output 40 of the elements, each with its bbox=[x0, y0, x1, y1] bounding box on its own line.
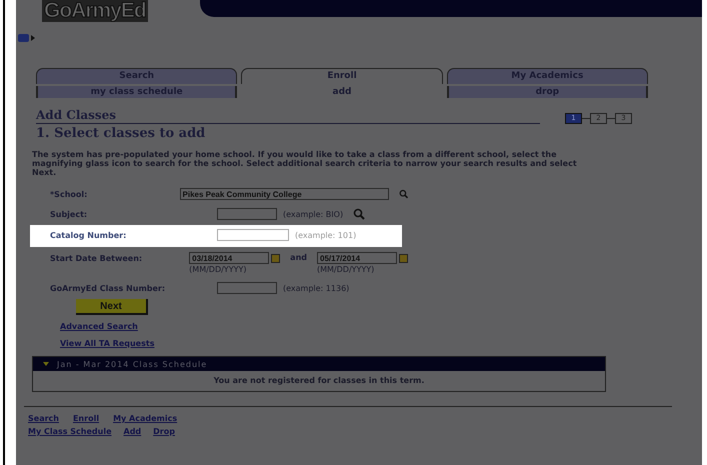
logo: GoArmyEd bbox=[42, 0, 148, 22]
home-icon[interactable] bbox=[18, 34, 29, 42]
page-title: Add Classes bbox=[36, 108, 540, 124]
calendar-icon[interactable] bbox=[399, 254, 408, 262]
link[interactable]: View All TA Requests bbox=[60, 339, 154, 348]
date-field[interactable]: 03/18/2014 bbox=[189, 252, 270, 264]
example-hint: (example: 101) bbox=[295, 230, 356, 240]
calendar-icon[interactable] bbox=[271, 254, 280, 262]
section-title: 1. Select classes to add bbox=[36, 126, 206, 141]
field-label: Start Date Between: bbox=[50, 253, 144, 263]
date-field[interactable]: 05/17/2014 bbox=[317, 252, 397, 264]
search-icon[interactable] bbox=[398, 188, 408, 200]
tab[interactable]: Enroll bbox=[241, 68, 443, 84]
link[interactable]: Advanced Search bbox=[60, 322, 138, 331]
search-icon[interactable] bbox=[353, 208, 366, 220]
joiner-text: and bbox=[290, 252, 307, 262]
arrow-icon bbox=[31, 35, 35, 41]
instructions: The system has pre-populated your home school. If you would like to take a class from a different school, select the magnifying glass icon to search for the school. Select additional search criteria to narrow your search results and select Next. bbox=[32, 150, 578, 177]
footer-link[interactable]: My Class Schedule bbox=[28, 427, 112, 436]
field-label: Subject: bbox=[50, 209, 88, 219]
schedule-message: You are not registered for classes in this term. bbox=[212, 375, 426, 387]
input-field[interactable] bbox=[217, 229, 289, 241]
footer-link[interactable]: Drop bbox=[153, 427, 175, 436]
example-hint: (example: 1136) bbox=[283, 283, 350, 293]
footer-link[interactable]: My Academics bbox=[113, 414, 178, 423]
input-field[interactable] bbox=[217, 208, 277, 220]
field-label: Catalog Number: bbox=[50, 230, 128, 240]
footer-link[interactable]: Add bbox=[124, 427, 142, 436]
input-field[interactable] bbox=[217, 282, 277, 294]
input-field[interactable]: Pikes Peak Community College bbox=[180, 188, 389, 200]
footer-link[interactable]: Search bbox=[28, 414, 59, 423]
caret-icon[interactable] bbox=[43, 362, 49, 366]
field-label: *School: bbox=[50, 189, 88, 199]
next-button[interactable]: Next bbox=[76, 299, 148, 315]
example-hint: (example: BIO) bbox=[283, 209, 344, 219]
schedule-title: Jan - Mar 2014 Class Schedule bbox=[57, 360, 208, 368]
date-format-hint: (MM/DD/YYYY) bbox=[189, 265, 248, 274]
footer-link[interactable]: Enroll bbox=[72, 414, 100, 423]
field-label: GoArmyEd Class Number: bbox=[50, 283, 166, 293]
date-format-hint: (MM/DD/YYYY) bbox=[317, 265, 376, 274]
